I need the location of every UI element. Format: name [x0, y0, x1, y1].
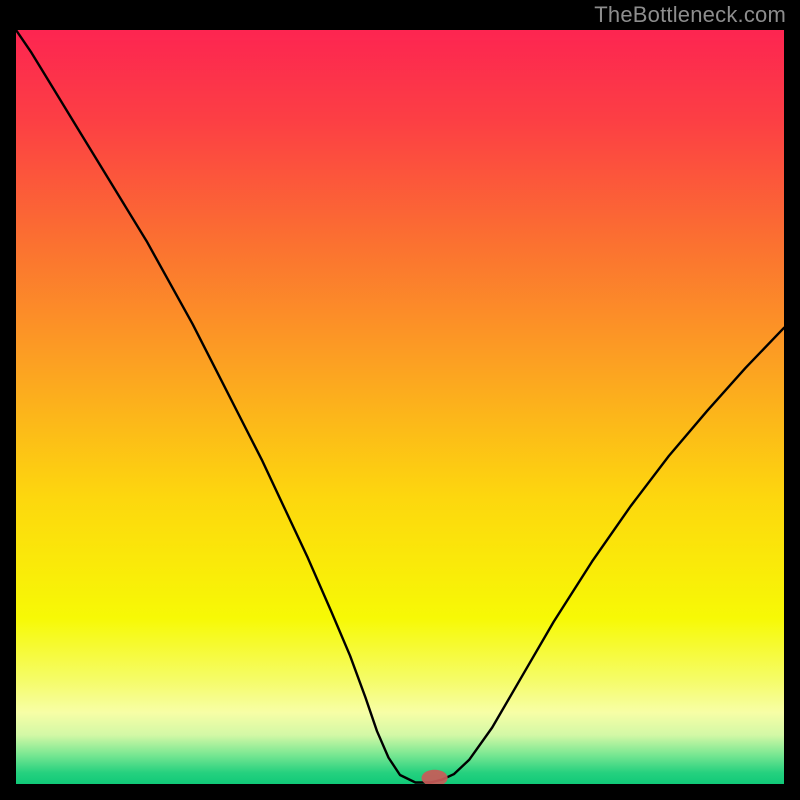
- chart-frame: TheBottleneck.com: [0, 0, 800, 800]
- chart-svg: [16, 30, 784, 784]
- watermark-text: TheBottleneck.com: [594, 2, 786, 28]
- plot-area: [16, 30, 784, 784]
- gradient-background: [16, 30, 784, 784]
